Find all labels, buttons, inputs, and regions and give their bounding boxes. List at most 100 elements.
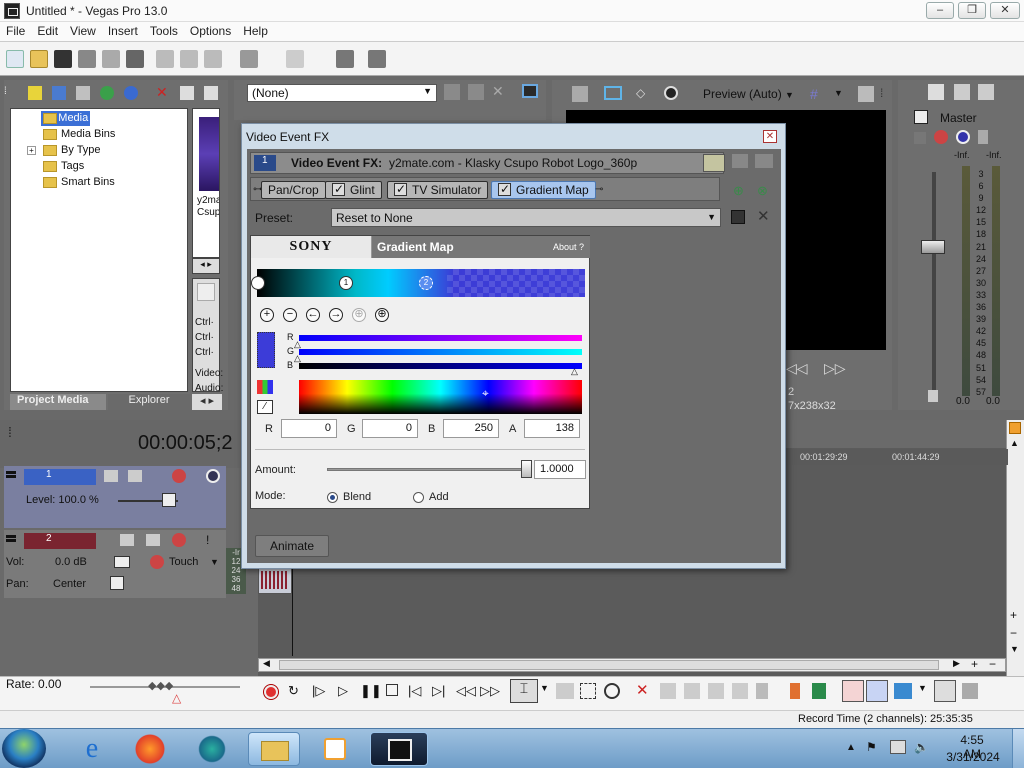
copy-snapshot-icon[interactable]: [858, 86, 874, 102]
minimize-button[interactable]: –: [926, 2, 954, 19]
mode-add-radio[interactable]: [413, 492, 424, 503]
fx-bypass-icon[interactable]: ◇: [636, 86, 652, 102]
redo-icon[interactable]: [286, 50, 304, 68]
fx-chip-gradient-map[interactable]: Gradient Map: [491, 181, 596, 199]
prev-frame-icon[interactable]: ◁◁: [786, 360, 808, 377]
mute-icon[interactable]: [956, 130, 970, 144]
save-icon[interactable]: [54, 50, 72, 68]
lock-envelopes-icon[interactable]: [934, 680, 956, 702]
tab-scroll-arrows[interactable]: ◂ ▸: [192, 394, 222, 410]
channel-b-handle[interactable]: △: [571, 366, 578, 377]
lock-icon[interactable]: [756, 683, 768, 699]
rate-slider-handle[interactable]: ◆◆◆: [148, 679, 173, 692]
timeline-horizontal-scrollbar[interactable]: ◀ ▶ + −: [258, 657, 1006, 672]
go-to-end-icon[interactable]: ▷|: [432, 683, 445, 699]
preset-dropdown[interactable]: Reset to None ▼: [331, 208, 721, 227]
move-stop-right-icon[interactable]: →: [329, 308, 343, 322]
amount-input[interactable]: 1.0000: [534, 460, 586, 479]
volume-muted-icon[interactable]: 🔈: [914, 740, 930, 754]
maximize-button[interactable]: ❐: [958, 2, 986, 19]
save-as-icon[interactable]: [78, 50, 96, 68]
audio-event-clip[interactable]: [258, 568, 292, 594]
downmix-icon[interactable]: [954, 84, 970, 100]
tree-item-smart-bins[interactable]: Smart Bins: [41, 175, 115, 190]
tree-item-media-bins[interactable]: Media Bins: [41, 127, 115, 142]
scroll-down-icon[interactable]: ▼: [1010, 644, 1019, 654]
whats-this-help-icon[interactable]: [368, 50, 386, 68]
scroll-left-icon[interactable]: ◀: [263, 658, 270, 669]
track-fx-icon[interactable]: [172, 533, 186, 547]
dim-output-icon[interactable]: [978, 84, 994, 100]
properties-icon[interactable]: [102, 50, 120, 68]
a-input[interactable]: 138: [524, 419, 580, 438]
master-toggle-icon[interactable]: [914, 110, 928, 124]
trim-end-icon[interactable]: [708, 683, 724, 699]
overlays-icon[interactable]: #: [810, 86, 826, 102]
expand-icon[interactable]: +: [27, 146, 36, 155]
save-preset-icon[interactable]: [731, 210, 745, 224]
import-media-icon[interactable]: [28, 86, 42, 100]
internet-explorer-icon[interactable]: e: [66, 732, 118, 766]
animate-button[interactable]: Animate: [255, 535, 329, 557]
level-slider-handle[interactable]: [162, 493, 176, 507]
action-center-flag-icon[interactable]: ⚑: [866, 740, 880, 754]
next-frame-icon[interactable]: ▷▷: [824, 360, 846, 377]
stop-icon[interactable]: [386, 684, 398, 696]
remove-fx-icon[interactable]: ✕: [492, 83, 508, 99]
mixer-icon[interactable]: [928, 84, 944, 100]
gradient-bar[interactable]: 1 2: [251, 269, 585, 297]
media-scroll-arrows[interactable]: ◂ ▸: [192, 258, 220, 274]
tab-project-media[interactable]: Project Media: [10, 394, 106, 410]
channel-b-slider[interactable]: [299, 363, 582, 369]
track-number-video[interactable]: 1: [24, 469, 96, 485]
zoom-in-icon[interactable]: +: [1010, 608, 1017, 622]
checkbox-checked-icon[interactable]: [332, 181, 345, 197]
show-desktop-button[interactable]: [1012, 729, 1024, 768]
selection-tool-icon[interactable]: [580, 683, 596, 699]
undo-icon[interactable]: [240, 50, 258, 68]
file-explorer-icon[interactable]: [248, 732, 300, 766]
scroll-thumb[interactable]: [279, 660, 939, 670]
menu-file[interactable]: File: [0, 22, 31, 40]
spread-stops-icon[interactable]: ⊕: [352, 308, 366, 322]
channel-g-slider[interactable]: [299, 349, 582, 355]
fx-chain-icon[interactable]: [444, 84, 460, 100]
preview-quality-dropdown[interactable]: Preview (Auto) ▼: [703, 87, 794, 101]
preview-quality-icon[interactable]: [664, 86, 678, 100]
previous-frame-icon[interactable]: ◁◁: [456, 683, 476, 699]
edit-tool-icon[interactable]: [336, 50, 354, 68]
zoom-in-horizontal-icon[interactable]: +: [971, 657, 978, 671]
track-properties-icon[interactable]: [146, 534, 160, 546]
media-thumbnail[interactable]: [199, 117, 219, 191]
clock-date[interactable]: 3/31/2024: [944, 750, 1002, 764]
ignore-grouping-icon[interactable]: [962, 683, 978, 699]
track-motion-icon[interactable]: [104, 470, 118, 482]
copy-icon[interactable]: [180, 50, 198, 68]
move-stop-left-icon[interactable]: ←: [306, 308, 320, 322]
external-monitor-icon[interactable]: [604, 86, 622, 100]
capture-video-icon[interactable]: [52, 86, 66, 100]
tree-item-all-media[interactable]: All Media: [41, 111, 91, 126]
chevron-down-icon[interactable]: ▼: [210, 557, 219, 567]
gradient-stop-1[interactable]: 1: [339, 276, 353, 290]
b-input[interactable]: 250: [443, 419, 499, 438]
normal-edit-tool-icon[interactable]: ⌶: [510, 679, 538, 703]
spectrum-crosshair[interactable]: ⌖: [482, 386, 489, 401]
tree-item-tags[interactable]: Tags: [41, 159, 84, 174]
zoom-out-horizontal-icon[interactable]: −: [989, 657, 996, 671]
dialog-close-icon[interactable]: ✕: [763, 130, 777, 143]
search-icon[interactable]: [124, 86, 138, 100]
get-media-icon[interactable]: [76, 86, 90, 100]
chevron-down-icon[interactable]: ▼: [834, 88, 843, 98]
g-input[interactable]: 0: [362, 419, 418, 438]
go-to-start-icon[interactable]: |◁: [408, 683, 421, 699]
mute-icon[interactable]: [206, 469, 220, 483]
panel-grip-icon[interactable]: ⁞: [8, 424, 12, 440]
next-frame-icon[interactable]: ▷▷: [480, 683, 500, 699]
track-number-audio[interactable]: 2: [24, 533, 96, 549]
trim-start-icon[interactable]: [684, 683, 700, 699]
tree-item-by-type[interactable]: By Type: [41, 143, 101, 158]
r-input[interactable]: 0: [281, 419, 337, 438]
zoom-out-icon[interactable]: −: [1010, 626, 1017, 640]
close-window-button[interactable]: ✕: [990, 2, 1020, 19]
